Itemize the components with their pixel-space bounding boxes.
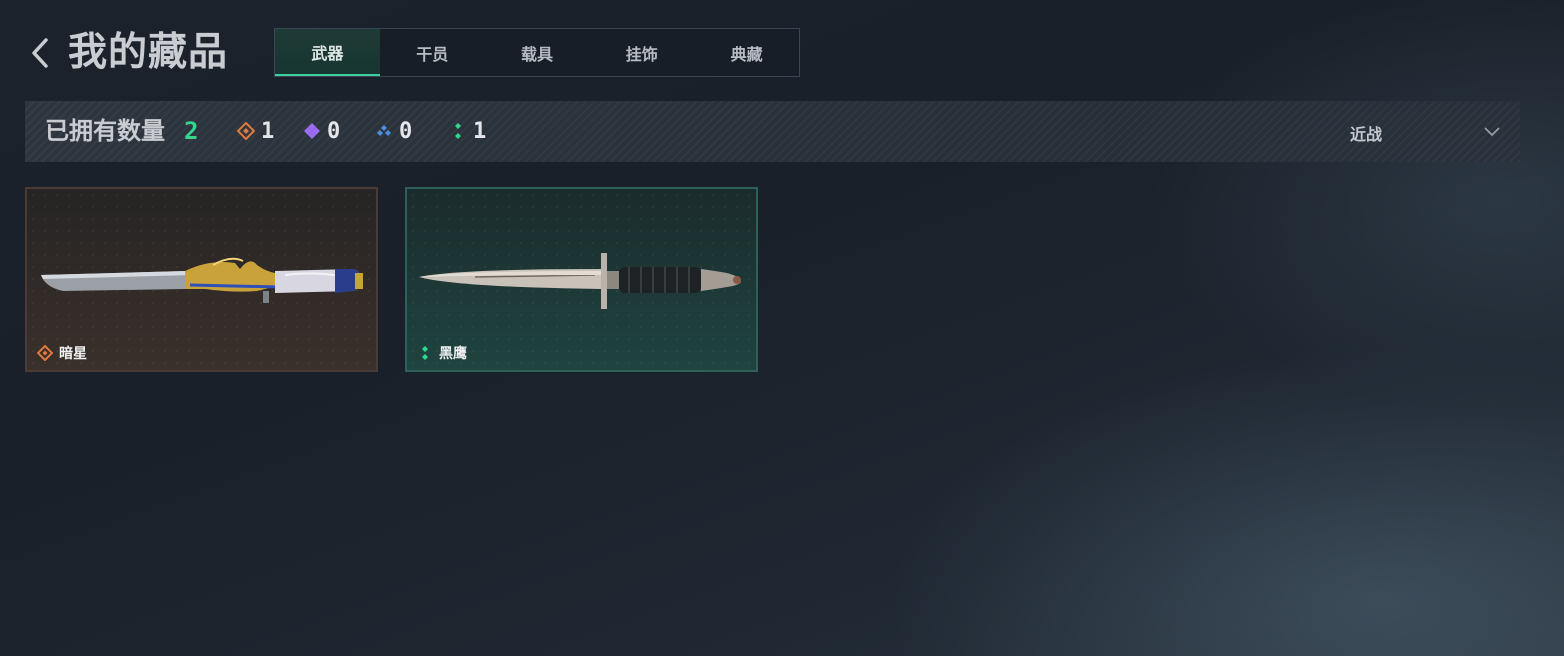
orange-diamond-icon xyxy=(37,345,53,361)
rarity-count-value: 1 xyxy=(261,118,275,144)
green-dots-icon xyxy=(422,346,428,360)
item-card[interactable]: 暗星 xyxy=(25,187,378,372)
rarity-count-value: 0 xyxy=(327,118,341,144)
rarity-count-blue: 0 xyxy=(375,116,412,146)
tab-collection[interactable]: 典藏 xyxy=(694,29,799,76)
category-tabs: 武器 干员 载具 挂饰 典藏 xyxy=(274,28,800,77)
combat-knife-image xyxy=(419,253,741,309)
chevron-down-icon xyxy=(1484,127,1500,137)
tab-charms[interactable]: 挂饰 xyxy=(589,29,694,76)
rarity-count-green: 1 xyxy=(449,116,486,146)
green-dots-icon xyxy=(455,123,461,139)
page-title: 我的藏品 xyxy=(68,30,229,75)
purple-diamond-icon xyxy=(304,123,320,139)
ownership-summary-bar: 已拥有数量 2 1 0 0 1 近战 xyxy=(25,101,1520,162)
filter-selected-value: 近战 xyxy=(1350,125,1383,144)
ornate-knife-image xyxy=(41,257,363,303)
item-name-row: 暗星 xyxy=(37,343,87,363)
category-filter-dropdown[interactable]: 近战 xyxy=(1350,118,1510,146)
rarity-count-value: 1 xyxy=(473,118,487,144)
tab-operators[interactable]: 干员 xyxy=(380,29,485,76)
owned-count-label: 已拥有数量 xyxy=(45,117,165,145)
owned-count-total: 2 xyxy=(184,117,199,145)
rarity-count-value: 0 xyxy=(399,118,413,144)
blue-diamond-icon xyxy=(377,125,391,136)
rarity-count-orange: 1 xyxy=(237,116,274,146)
tab-weapons[interactable]: 武器 xyxy=(275,29,380,76)
orange-diamond-icon xyxy=(237,122,255,140)
item-name-row: 黑鹰 xyxy=(417,343,467,363)
back-button[interactable] xyxy=(28,36,54,70)
rarity-count-purple: 0 xyxy=(303,116,340,146)
item-card[interactable]: 黑鹰 xyxy=(405,187,758,372)
item-name: 暗星 xyxy=(59,346,87,362)
chevron-left-icon xyxy=(32,38,48,68)
tab-vehicles[interactable]: 载具 xyxy=(485,29,590,76)
item-name: 黑鹰 xyxy=(439,346,467,362)
